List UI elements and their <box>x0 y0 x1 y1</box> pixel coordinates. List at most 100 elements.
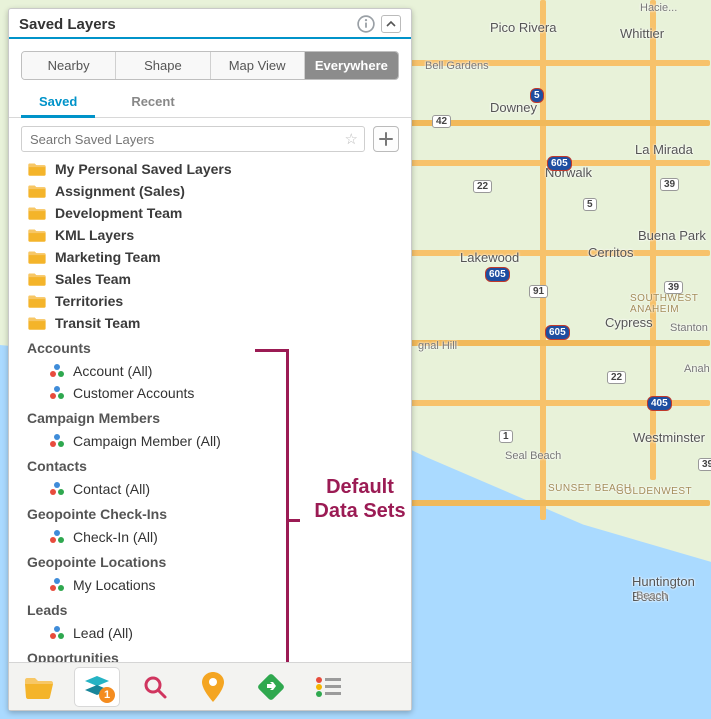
city-label: gnal Hill <box>418 340 457 352</box>
folder-icon <box>27 227 47 243</box>
tab-nearby[interactable]: Nearby <box>22 52 115 79</box>
dataset-name: Check-In (All) <box>73 529 158 545</box>
city-label: Whittier <box>620 26 664 41</box>
annotation-line: Default <box>326 476 394 498</box>
city-label: Lakewood <box>460 250 519 265</box>
favorite-icon[interactable]: ☆ <box>345 130 358 148</box>
panel-title: Saved Layers <box>19 16 357 33</box>
dataset-name: Customer Accounts <box>73 385 194 401</box>
hwy-shield: 5 <box>530 88 544 103</box>
folder-row[interactable]: Territories <box>13 290 407 312</box>
folder-name: KML Layers <box>55 227 134 243</box>
folder-row[interactable]: Development Team <box>13 202 407 224</box>
city-label: Buena Park <box>638 228 706 243</box>
city-label: Hacie... <box>640 2 677 14</box>
city-label: Cypress <box>605 315 653 330</box>
toolbar-legend[interactable] <box>307 668 351 706</box>
tab-shape[interactable]: Shape <box>115 52 209 79</box>
dataset-name: Contact (All) <box>73 481 150 497</box>
section-heading: Leads <box>13 596 407 622</box>
subtab-saved[interactable]: Saved <box>21 90 95 118</box>
folder-icon <box>27 205 47 221</box>
folder-icon <box>27 183 47 199</box>
folder-row[interactable]: Transit Team <box>13 312 407 334</box>
dataset-name: My Locations <box>73 577 155 593</box>
road <box>410 120 710 126</box>
folder-icon <box>27 293 47 309</box>
search-row: ☆ <box>9 118 411 158</box>
folder-row[interactable]: My Personal Saved Layers <box>13 158 407 180</box>
dataset-row[interactable]: Customer Accounts <box>13 382 407 404</box>
dataset-row[interactable]: My Locations <box>13 574 407 596</box>
toolbar-folder[interactable] <box>17 668 61 706</box>
tab-map-view[interactable]: Map View <box>210 52 304 79</box>
toolbar-layers[interactable]: 1 <box>75 668 119 706</box>
route-shield: 39 <box>698 458 711 471</box>
dataset-name: Lead (All) <box>73 625 133 641</box>
folder-name: Marketing Team <box>55 249 161 265</box>
dataset-row[interactable]: Lead (All) <box>13 622 407 644</box>
saved-layers-panel: Saved Layers Nearby Shape Map View Every… <box>8 8 412 711</box>
folder-row[interactable]: Marketing Team <box>13 246 407 268</box>
folder-icon <box>27 249 47 265</box>
dataset-name: Campaign Member (All) <box>73 433 221 449</box>
road <box>410 500 710 506</box>
city-label: Beach <box>636 590 667 602</box>
folder-name: Assignment (Sales) <box>55 183 185 199</box>
folder-row[interactable]: Assignment (Sales) <box>13 180 407 202</box>
city-label: Seal Beach <box>505 450 561 462</box>
dataset-row[interactable]: Account (All) <box>13 360 407 382</box>
dataset-icon <box>49 529 65 545</box>
city-label: Bell Gardens <box>425 60 489 72</box>
info-icon[interactable] <box>357 15 375 33</box>
section-heading: Campaign Members <box>13 404 407 430</box>
search-input[interactable] <box>30 132 345 147</box>
folder-name: Transit Team <box>55 315 140 331</box>
toolbar-search[interactable] <box>133 668 177 706</box>
section-heading: Geopointe Locations <box>13 548 407 574</box>
city-label: Westminster <box>633 430 705 445</box>
hwy-shield: 5 <box>583 198 597 211</box>
bottom-toolbar: 1 <box>9 662 411 710</box>
collapse-button[interactable] <box>381 15 401 33</box>
dataset-icon <box>49 577 65 593</box>
sub-tabs: Saved Recent <box>9 90 411 118</box>
dataset-name: Account (All) <box>73 363 152 379</box>
route-shield: 39 <box>660 178 679 191</box>
dataset-icon <box>49 481 65 497</box>
search-box[interactable]: ☆ <box>21 126 365 152</box>
road <box>540 0 546 520</box>
route-shield: 1 <box>499 430 513 443</box>
road <box>400 250 710 256</box>
folder-icon <box>27 271 47 287</box>
subtab-recent[interactable]: Recent <box>113 90 192 117</box>
annotation-bracket <box>255 349 289 689</box>
section-heading: Accounts <box>13 334 407 360</box>
folder-icon <box>27 161 47 177</box>
route-shield: 39 <box>664 281 683 294</box>
area-label: SOUTHWEST ANAHEIM <box>630 293 711 315</box>
route-shield: 91 <box>529 285 548 298</box>
folder-name: Development Team <box>55 205 182 221</box>
dataset-row[interactable]: Check-In (All) <box>13 526 407 548</box>
add-layer-button[interactable] <box>373 126 399 152</box>
city-label: Downey <box>490 100 537 115</box>
hwy-shield: 605 <box>545 325 570 340</box>
area-label: SUNSET BEACH <box>548 483 632 494</box>
tab-everywhere[interactable]: Everywhere <box>304 52 398 79</box>
toolbar-directions[interactable] <box>249 668 293 706</box>
city-label: Stanton <box>670 322 708 334</box>
dataset-row[interactable]: Campaign Member (All) <box>13 430 407 452</box>
dataset-icon <box>49 385 65 401</box>
panel-header: Saved Layers <box>9 9 411 39</box>
hwy-shield: 405 <box>647 396 672 411</box>
toolbar-marker[interactable] <box>191 668 235 706</box>
folder-row[interactable]: Sales Team <box>13 268 407 290</box>
city-label: Anah <box>684 363 710 375</box>
route-shield: 42 <box>432 115 451 128</box>
route-shield: 22 <box>607 371 626 384</box>
city-label: Pico Rivera <box>490 20 556 35</box>
folder-row[interactable]: KML Layers <box>13 224 407 246</box>
folder-name: Sales Team <box>55 271 131 287</box>
route-shield: 22 <box>473 180 492 193</box>
